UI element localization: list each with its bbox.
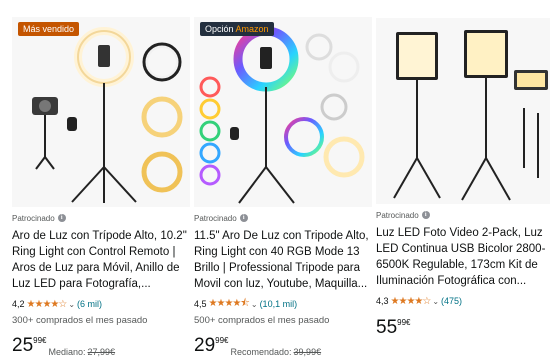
rating-value: 4,3 — [376, 296, 389, 306]
sponsored-label: Patrocinado i — [12, 212, 190, 224]
price-cents: 99 — [397, 318, 407, 327]
rgb-ring-light-image — [194, 17, 372, 207]
product-image[interactable] — [12, 17, 190, 207]
price-whole: 29 — [194, 335, 216, 356]
badge-text: Opción — [205, 24, 236, 34]
price-whole: 25 — [12, 335, 34, 356]
list-price-label: Recomendado: — [230, 347, 292, 357]
product-card[interactable]: Más vendido Patrocinado i Aro de Luz con… — [12, 0, 190, 359]
product-card[interactable]: Patrocinado i Luz LED Foto Video 2-Pack,… — [376, 18, 550, 341]
review-count-link[interactable]: (6 mil) — [77, 299, 102, 309]
price[interactable]: 25 99 € Mediano: 27,99€ — [12, 335, 190, 359]
list-price: 27,99€ — [87, 347, 116, 357]
list-price-label: Mediano: — [48, 347, 86, 357]
rating-row[interactable]: 4,5 ★★★★⯪ ⌄ (10,1 mil) — [194, 298, 372, 310]
price-cents: 99 — [33, 336, 43, 345]
sponsored-label: Patrocinado i — [376, 209, 550, 221]
bought-last-month: 300+ comprados el mes pasado — [12, 315, 148, 326]
price[interactable]: 55 99 € — [376, 317, 550, 341]
price-whole: 55 — [376, 317, 398, 338]
rating-row[interactable]: 4,3 ★★★★☆ ⌄ (475) — [376, 295, 550, 307]
info-icon[interactable]: i — [421, 211, 430, 219]
star-rating-icon[interactable]: ★★★★⯪ — [209, 296, 250, 313]
price[interactable]: 29 99 € Recomendado: 39,99€ — [194, 335, 372, 359]
rating-row[interactable]: 4,2 ★★★★☆ ⌄ (6 mil) — [12, 298, 190, 310]
sponsored-text: Patrocinado — [376, 210, 419, 220]
sponsored-label: Patrocinado i — [194, 212, 372, 224]
price-cents: 99 — [215, 336, 225, 345]
chevron-down-icon[interactable]: ⌄ — [432, 297, 439, 306]
star-rating-icon[interactable]: ★★★★☆ — [391, 296, 432, 307]
ring-light-tripod-image — [12, 17, 190, 207]
info-icon[interactable]: i — [57, 214, 66, 222]
product-card[interactable]: Opción Amazon Patrocinado i 11.5" Aro De… — [194, 0, 372, 359]
amazon-choice-badge: Opción Amazon — [200, 22, 274, 36]
rating-value: 4,5 — [194, 299, 207, 309]
bought-last-month: 500+ comprados el mes pasado — [194, 315, 330, 326]
badge-brand-text: Amazon — [235, 24, 269, 34]
price-currency: € — [406, 318, 411, 327]
price-currency: € — [42, 336, 47, 345]
info-icon[interactable]: i — [239, 214, 248, 222]
best-seller-badge: Más vendido — [18, 22, 80, 36]
product-title[interactable]: 11.5" Aro De Luz con Tripode Alto, Ring … — [194, 228, 372, 292]
review-count-link[interactable]: (10,1 mil) — [260, 299, 298, 309]
product-title[interactable]: Luz LED Foto Video 2-Pack, Luz LED Conti… — [376, 225, 550, 289]
chevron-down-icon[interactable]: ⌄ — [251, 300, 258, 309]
list-price: 39,99€ — [293, 347, 322, 357]
sponsored-text: Patrocinado — [12, 213, 55, 223]
sponsored-text: Patrocinado — [194, 213, 237, 223]
product-image[interactable] — [376, 18, 550, 204]
star-rating-icon[interactable]: ★★★★☆ — [27, 299, 68, 310]
chevron-down-icon[interactable]: ⌄ — [68, 300, 75, 309]
product-title[interactable]: Aro de Luz con Trípode Alto, 10.2" Ring … — [12, 228, 190, 292]
led-panel-light-image — [376, 18, 550, 204]
review-count-link[interactable]: (475) — [441, 296, 462, 306]
price-currency: € — [224, 336, 229, 345]
rating-value: 4,2 — [12, 299, 25, 309]
product-image[interactable] — [194, 17, 372, 207]
